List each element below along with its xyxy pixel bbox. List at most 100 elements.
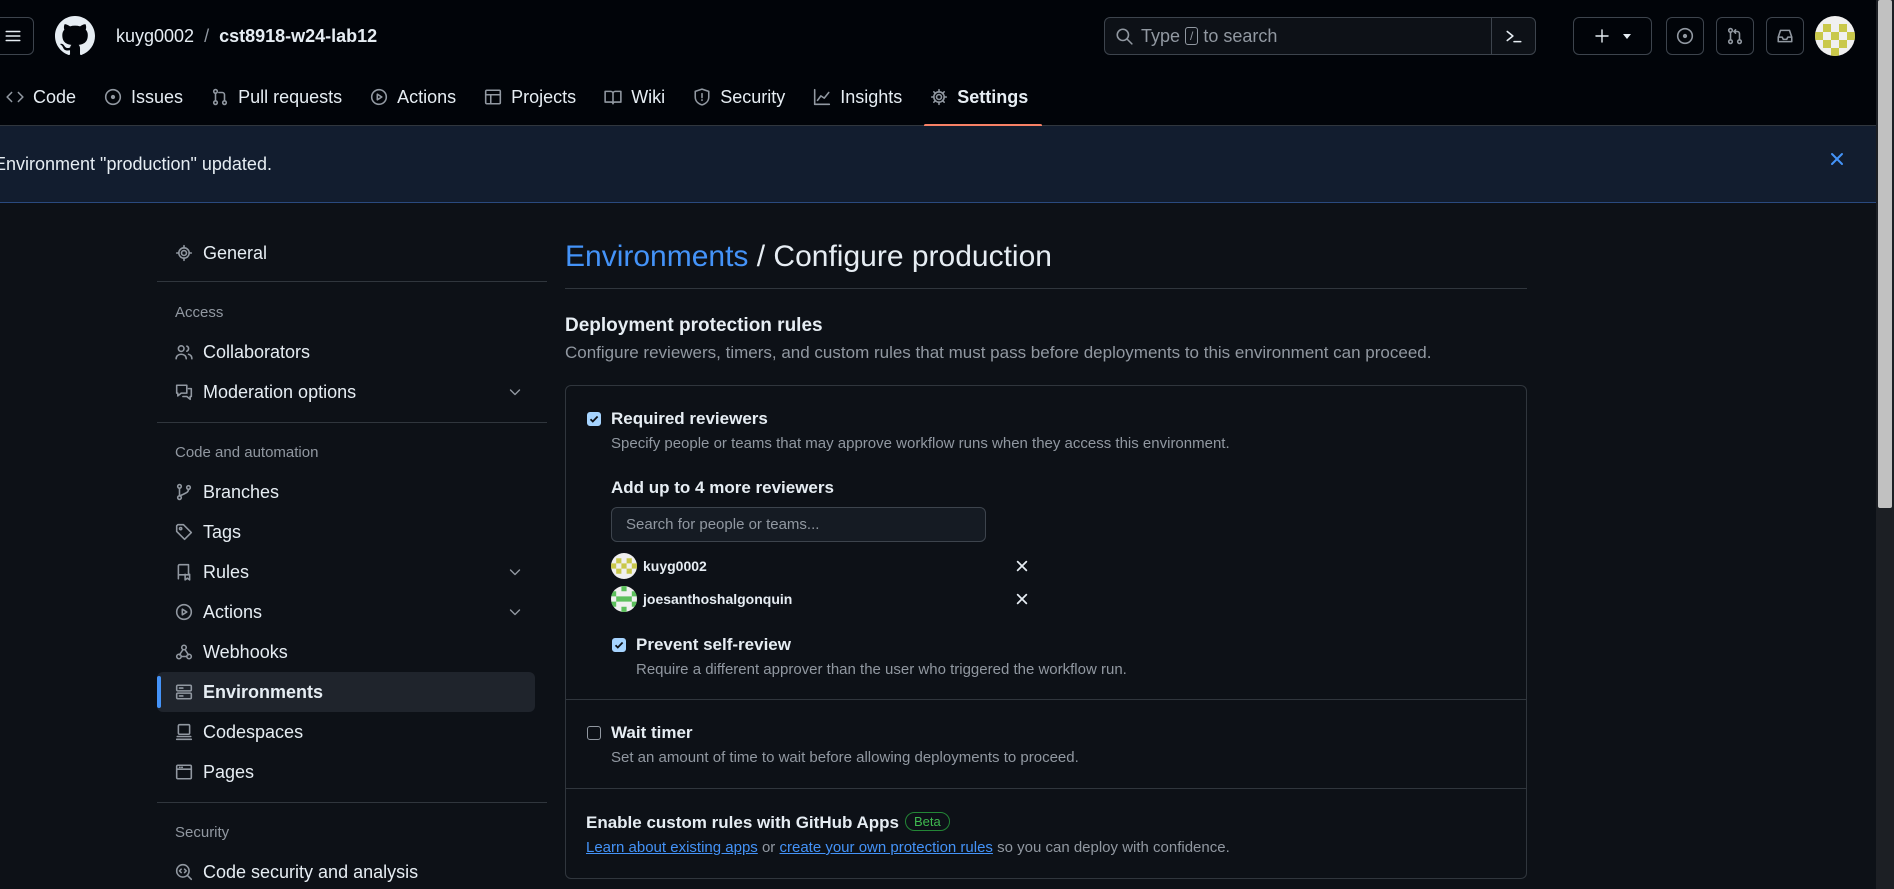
remove-reviewer-button[interactable] [1015, 592, 1029, 606]
hamburger-button[interactable] [0, 17, 34, 55]
sidebar-item-general[interactable]: General [157, 233, 535, 273]
issue-opened-icon [104, 88, 122, 106]
section-description: Configure reviewers, timers, and custom … [565, 343, 1432, 362]
tab-issues[interactable]: Issues [98, 78, 197, 116]
tab-code[interactable]: Code [0, 78, 90, 116]
custom-rules-title: Enable custom rules with GitHub Apps Beta [586, 812, 950, 833]
play-icon [371, 88, 388, 106]
sidebar-heading-access: Access [175, 304, 224, 321]
tab-label: Wiki [631, 86, 666, 107]
tab-label: Insights [840, 86, 903, 107]
sidebar-item-label: General [203, 242, 268, 263]
tab-settings[interactable]: Settings [924, 78, 1043, 127]
github-logo[interactable] [55, 16, 95, 56]
reviewer-name: joesanthoshalgonquin [643, 591, 793, 607]
reviewer-name: kuyg0002 [643, 558, 707, 574]
gear-icon [175, 244, 193, 262]
issues-button[interactable] [1666, 17, 1704, 55]
sidebar-item-moderation[interactable]: Moderation options [157, 372, 535, 412]
sidebar-heading-code-automation: Code and automation [175, 444, 319, 461]
sidebar-item-branches[interactable]: Branches [157, 472, 535, 512]
sidebar-heading-security: Security [175, 824, 230, 841]
create-rules-link[interactable]: create your own protection rules [779, 839, 992, 856]
sidebar-item-collaborators[interactable]: Collaborators [157, 332, 535, 372]
sidebar-item-label: Branches [203, 481, 280, 502]
prevent-self-review-checkbox[interactable] [612, 638, 626, 652]
hamburger-icon [5, 30, 21, 42]
git-pull-request-icon [212, 88, 228, 106]
repo-name-link[interactable]: cst8918-w24-lab12 [219, 26, 377, 47]
tab-security[interactable]: Security [687, 78, 799, 116]
sidebar-item-pages[interactable]: Pages [157, 752, 535, 792]
codescan-icon [175, 863, 193, 881]
sidebar-item-rules[interactable]: Rules [157, 552, 535, 592]
inbox-button[interactable] [1766, 17, 1804, 55]
sidebar-item-codespaces[interactable]: Codespaces [157, 712, 535, 752]
required-reviewers-checkbox[interactable] [587, 412, 601, 426]
tab-wiki[interactable]: Wiki [598, 78, 679, 116]
repo-owner-link[interactable]: kuyg0002 [116, 26, 194, 47]
avatar [611, 553, 637, 579]
repo-tabs: Code Issues Pull requests Actions Projec… [0, 78, 1050, 127]
learn-apps-link[interactable]: Learn about existing apps [586, 839, 758, 856]
gear-icon [931, 88, 948, 106]
repo-push-icon [177, 563, 191, 581]
graph-icon [814, 88, 831, 106]
close-icon [1016, 593, 1028, 605]
page-title-rest: / Configure production [748, 240, 1052, 273]
custom-rules-title-text: Enable custom rules with GitHub Apps [586, 813, 899, 832]
required-reviewers-desc: Specify people or teams that may approve… [611, 435, 1230, 452]
reviewer-search-input[interactable]: Search for people or teams... [611, 507, 986, 542]
shield-icon [694, 88, 710, 106]
code-icon [6, 91, 24, 103]
book-icon [604, 90, 622, 105]
chevron-down-icon [509, 389, 521, 396]
scrollbar-thumb[interactable] [1878, 0, 1892, 508]
codespaces-icon [175, 723, 193, 741]
pull-requests-button[interactable] [1716, 17, 1754, 55]
box-divider [566, 699, 1526, 700]
sidebar-divider [157, 422, 547, 423]
add-reviewers-label: Add up to 4 more reviewers [611, 478, 834, 497]
check-icon [614, 641, 624, 649]
sidebar-item-tags[interactable]: Tags [157, 512, 535, 552]
sidebar-item-label: Codespaces [203, 721, 304, 742]
beta-badge: Beta [904, 812, 950, 831]
box-divider [566, 788, 1526, 789]
play-icon [175, 603, 193, 621]
search-prefix: Type [1141, 25, 1181, 46]
sidebar-item-webhooks[interactable]: Webhooks [157, 632, 535, 672]
flash-close-button[interactable] [1829, 151, 1845, 167]
title-divider [565, 288, 1527, 289]
server-icon [175, 684, 193, 700]
sidebar-item-label: Code security and analysis [203, 861, 419, 882]
sidebar-item-label: Pages [203, 761, 255, 782]
reviewer-row: kuyg0002 [611, 553, 1028, 579]
avatar[interactable] [1815, 16, 1855, 56]
tab-projects[interactable]: Projects [478, 78, 590, 116]
sidebar-item-actions[interactable]: Actions [157, 592, 535, 632]
search-input[interactable]: Type / to search [1104, 17, 1536, 55]
tab-label: Code [33, 86, 77, 107]
flash-message: Environment "production" updated. [0, 154, 272, 174]
create-new-button[interactable] [1573, 17, 1652, 55]
terminal-icon [1505, 30, 1522, 43]
sidebar-item-code-security[interactable]: Code security and analysis [157, 852, 535, 889]
tab-label: Settings [957, 86, 1029, 107]
wait-timer-checkbox[interactable] [587, 726, 601, 740]
sidebar-divider [157, 281, 547, 282]
environments-link[interactable]: Environments [565, 240, 748, 273]
prevent-self-review-title: Prevent self-review [636, 635, 791, 654]
tab-actions[interactable]: Actions [364, 78, 470, 116]
tab-pull-requests[interactable]: Pull requests [205, 78, 356, 116]
tab-insights[interactable]: Insights [807, 78, 916, 116]
breadcrumb-separator: / [204, 26, 210, 46]
required-reviewers-title: Required reviewers [611, 409, 768, 428]
tab-label: Security [720, 86, 786, 107]
protection-rules-box: Required reviewers Specify people or tea… [565, 385, 1527, 879]
sidebar-item-label: Webhooks [203, 641, 288, 662]
command-palette-button[interactable] [1491, 18, 1535, 54]
sidebar-item-environments[interactable]: Environments [157, 672, 535, 712]
remove-reviewer-button[interactable] [1015, 559, 1029, 573]
prevent-self-review-desc: Require a different approver than the us… [636, 661, 1127, 678]
